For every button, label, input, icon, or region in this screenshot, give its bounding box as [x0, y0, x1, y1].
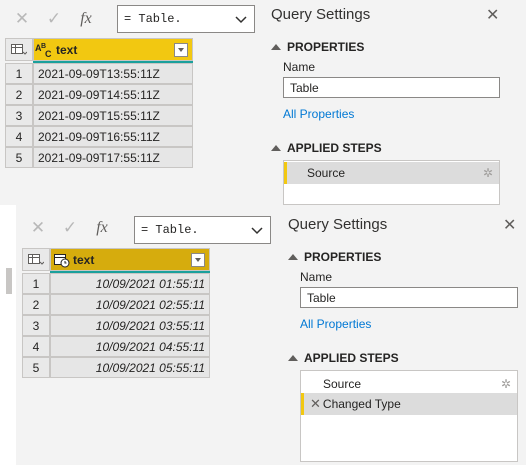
datetimezone-type-icon[interactable] — [51, 252, 73, 268]
properties-section-header[interactable]: PROPERTIES — [288, 250, 381, 264]
table-menu-icon[interactable] — [5, 38, 33, 61]
properties-label: PROPERTIES — [304, 250, 382, 264]
table-menu-icon[interactable] — [22, 248, 50, 271]
chevron-down-icon[interactable] — [250, 223, 264, 237]
column-header-text[interactable]: text — [50, 248, 210, 271]
table-cell[interactable]: 10/09/2021 04:55:11 — [50, 336, 210, 357]
collapse-triangle-icon[interactable] — [288, 254, 298, 260]
step-label: Source — [323, 377, 362, 391]
row-number: 5 — [5, 147, 33, 168]
row-number: 4 — [5, 126, 33, 147]
top-formula-bar: ✕ ✓ fx — [6, 5, 102, 33]
commit-check-icon[interactable]: ✓ — [54, 214, 86, 242]
table-row[interactable]: 1 2021-09-09T13:55:11Z — [5, 63, 193, 84]
applied-steps-list: Source ✲ ✕ Changed Type — [300, 370, 518, 462]
cancel-icon[interactable]: ✕ — [22, 214, 54, 242]
column-name: text — [56, 42, 78, 57]
applied-steps-list: Source ✲ — [283, 160, 500, 205]
table-row[interactable]: 5 10/09/2021 05:55:11 — [22, 357, 210, 378]
row-number: 1 — [22, 273, 50, 294]
row-number: 2 — [5, 84, 33, 105]
applied-steps-label: APPLIED STEPS — [304, 351, 399, 365]
table-cell[interactable]: 2021-09-09T17:55:11Z — [33, 147, 193, 168]
row-number: 1 — [5, 63, 33, 84]
formula-text: = Table. — [124, 12, 182, 26]
name-field[interactable]: Table — [283, 77, 500, 98]
svg-text:C: C — [45, 49, 52, 58]
table-cell[interactable]: 2021-09-09T14:55:11Z — [33, 84, 193, 105]
row-number: 5 — [22, 357, 50, 378]
step-label: Changed Type — [322, 397, 401, 411]
table-cell[interactable]: 10/09/2021 02:55:11 — [50, 294, 210, 315]
commit-check-icon[interactable]: ✓ — [38, 5, 70, 33]
collapse-triangle-icon[interactable] — [271, 145, 281, 151]
table-cell[interactable]: 2021-09-09T13:55:11Z — [33, 63, 193, 84]
applied-steps-section-header[interactable]: APPLIED STEPS — [288, 351, 399, 365]
collapse-triangle-icon[interactable] — [288, 355, 298, 361]
name-label: Name — [300, 270, 333, 284]
name-label: Name — [283, 60, 316, 74]
query-settings-title: Query Settings — [271, 6, 371, 23]
step-changed-type[interactable]: ✕ Changed Type — [301, 393, 517, 415]
table-row[interactable]: 2 10/09/2021 02:55:11 — [22, 294, 210, 315]
column-filter-dropdown[interactable] — [174, 42, 188, 57]
delete-step-icon[interactable]: ✕ — [310, 396, 321, 412]
table-cell[interactable]: 2021-09-09T15:55:11Z — [33, 105, 193, 126]
table-cell[interactable]: 10/09/2021 05:55:11 — [50, 357, 210, 378]
column-header-text[interactable]: ABC text — [33, 38, 193, 61]
top-formula-input[interactable]: = Table. — [117, 5, 255, 33]
close-icon[interactable]: ✕ — [486, 5, 499, 25]
chevron-down-icon[interactable] — [234, 12, 248, 26]
bottom-editor-panel: ✕ ✓ fx = Table. text 1 10/09/2021 01:55:… — [6, 205, 526, 465]
cancel-icon[interactable]: ✕ — [6, 5, 38, 33]
table-cell[interactable]: 10/09/2021 03:55:11 — [50, 315, 210, 336]
top-editor-panel: ✕ ✓ fx = Table. ABC text 1 2021-09-09T13… — [0, 0, 526, 205]
properties-section-header[interactable]: PROPERTIES — [271, 40, 364, 54]
table-cell[interactable]: 2021-09-09T16:55:11Z — [33, 126, 193, 147]
query-settings-title: Query Settings — [288, 216, 388, 233]
close-icon[interactable]: ✕ — [503, 215, 516, 235]
name-field[interactable]: Table — [300, 287, 518, 308]
table-row[interactable]: 4 2021-09-09T16:55:11Z — [5, 126, 193, 147]
step-source[interactable]: Source ✲ — [284, 162, 499, 184]
applied-steps-label: APPLIED STEPS — [287, 141, 382, 155]
properties-label: PROPERTIES — [287, 40, 365, 54]
gear-icon[interactable]: ✲ — [483, 166, 493, 180]
formula-text: = Table. — [141, 223, 199, 237]
bottom-formula-input[interactable]: = Table. — [134, 216, 271, 244]
bottom-grid-header: text — [22, 248, 210, 271]
table-row[interactable]: 1 10/09/2021 01:55:11 — [22, 273, 210, 294]
row-number: 3 — [5, 105, 33, 126]
row-number: 3 — [22, 315, 50, 336]
bottom-formula-bar: ✕ ✓ fx — [22, 214, 118, 242]
scrollbar-thumb[interactable] — [6, 268, 12, 294]
row-number: 2 — [22, 294, 50, 315]
applied-steps-section-header[interactable]: APPLIED STEPS — [271, 141, 382, 155]
step-source[interactable]: Source ✲ — [301, 373, 517, 395]
all-properties-link[interactable]: All Properties — [283, 107, 354, 121]
column-name: text — [73, 252, 95, 267]
column-filter-dropdown[interactable] — [191, 252, 205, 267]
table-row[interactable]: 2 2021-09-09T14:55:11Z — [5, 84, 193, 105]
row-number: 4 — [22, 336, 50, 357]
table-row[interactable]: 3 10/09/2021 03:55:11 — [22, 315, 210, 336]
all-properties-link[interactable]: All Properties — [300, 317, 371, 331]
fx-icon[interactable]: fx — [86, 214, 118, 242]
top-grid-header: ABC text — [5, 38, 193, 61]
step-label: Source — [307, 166, 346, 180]
table-row[interactable]: 5 2021-09-09T17:55:11Z — [5, 147, 193, 168]
collapse-triangle-icon[interactable] — [271, 44, 281, 50]
fx-icon[interactable]: fx — [70, 5, 102, 33]
table-cell[interactable]: 10/09/2021 01:55:11 — [50, 273, 210, 294]
table-row[interactable]: 4 10/09/2021 04:55:11 — [22, 336, 210, 357]
gear-icon[interactable]: ✲ — [501, 377, 511, 391]
table-row[interactable]: 3 2021-09-09T15:55:11Z — [5, 105, 193, 126]
text-type-icon[interactable]: ABC — [34, 42, 56, 58]
